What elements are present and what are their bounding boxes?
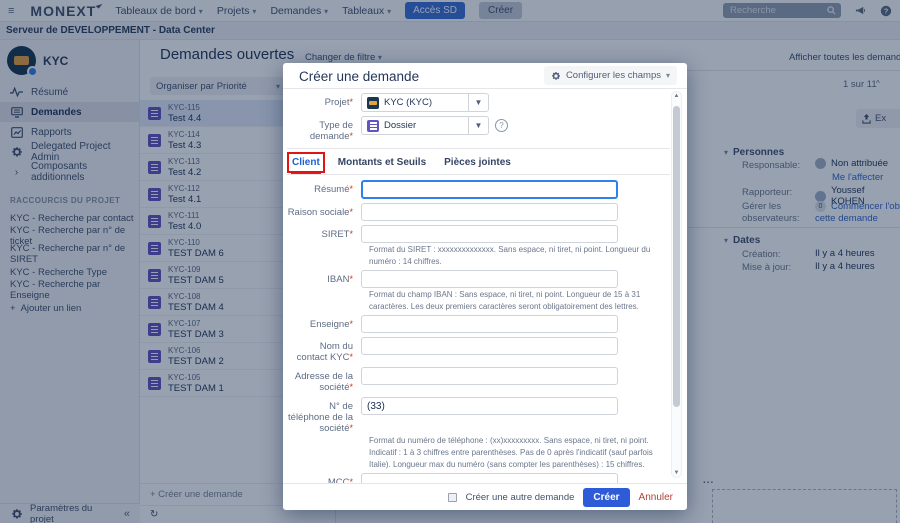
- chevron-down-icon: ▾: [666, 71, 670, 80]
- enseigne-input[interactable]: [361, 315, 618, 333]
- scroll-down-arrow[interactable]: ▼: [672, 470, 681, 476]
- adresse-label: Adresse de la société*: [287, 367, 361, 393]
- issue-type-field-row: Type de demande* Dossier ▼ ?: [287, 116, 670, 142]
- chevron-down-icon: ▼: [468, 117, 488, 134]
- siret-label: SIRET*: [287, 225, 361, 240]
- resume-field-row: Résumé*: [287, 180, 670, 199]
- iban-input[interactable]: [361, 270, 618, 288]
- highlight-annotation: [287, 152, 325, 173]
- dialog-header: Créer une demande Configurer les champs …: [283, 63, 687, 89]
- scroll-up-arrow[interactable]: ▲: [672, 93, 681, 99]
- enseigne-label: Enseigne*: [287, 315, 361, 330]
- dialog-scrollbar: ▲ ▼: [671, 91, 682, 478]
- iban-label: IBAN*: [287, 270, 361, 285]
- adresse-field-row: Adresse de la société*: [287, 367, 670, 393]
- mcc-input[interactable]: [361, 473, 618, 483]
- gear-icon: [551, 71, 561, 81]
- create-issue-dialog: Créer une demande Configurer les champs …: [283, 63, 687, 510]
- raison-sociale-field-row: Raison sociale*: [287, 203, 670, 221]
- phone-input[interactable]: [361, 397, 618, 415]
- create-another-label: Créer une autre demande: [466, 492, 575, 503]
- tab-client[interactable]: Client: [291, 155, 321, 174]
- project-field-row: Projet* KYC (KYC) ▼: [287, 93, 670, 112]
- iban-field-row: IBAN*: [287, 270, 670, 288]
- siret-field-row: SIRET*: [287, 225, 670, 243]
- chevron-down-icon: ▼: [468, 94, 488, 111]
- phone-label: N° de téléphone de la société*: [287, 397, 361, 434]
- raison-sociale-input[interactable]: [361, 203, 618, 221]
- phone-field-row: N° de téléphone de la société*: [287, 397, 670, 434]
- resume-label: Résumé*: [287, 180, 361, 195]
- tab-pieces-jointes[interactable]: Pièces jointes: [443, 155, 512, 174]
- issue-type-help-icon[interactable]: ?: [495, 119, 508, 132]
- contact-label: Nom du contact KYC*: [287, 337, 361, 363]
- configure-fields-button[interactable]: Configurer les champs ▾: [544, 66, 677, 85]
- dialog-body: Projet* KYC (KYC) ▼ Type de demande* Dos…: [283, 89, 670, 483]
- contact-input[interactable]: [361, 337, 618, 355]
- iban-help-text: Format du champ IBAN : Sans espace, ni t…: [369, 289, 669, 312]
- project-select-value: KYC (KYC): [384, 97, 432, 108]
- issue-type-select-value: Dossier: [384, 120, 416, 131]
- contact-field-row: Nom du contact KYC*: [287, 337, 670, 363]
- create-button[interactable]: Créer: [583, 488, 629, 507]
- project-select[interactable]: KYC (KYC) ▼: [361, 93, 489, 112]
- create-another-checkbox[interactable]: [448, 493, 457, 502]
- scrollbar-thumb[interactable]: [673, 106, 680, 407]
- phone-help-text: Format du numéro de téléphone : (xx)xxxx…: [369, 435, 669, 470]
- raison-sociale-label: Raison sociale*: [287, 203, 361, 218]
- dialog-title: Créer une demande: [299, 69, 419, 84]
- configure-fields-label: Configurer les champs: [566, 70, 661, 81]
- mcc-label: MCC*: [287, 473, 361, 483]
- cancel-button[interactable]: Annuler: [639, 492, 673, 503]
- dialog-footer: Créer une autre demande Créer Annuler: [283, 483, 687, 510]
- siret-help-text: Format du SIRET : xxxxxxxxxxxxxx. Sans e…: [369, 244, 669, 267]
- project-avatar-icon: [367, 97, 379, 109]
- adresse-input[interactable]: [361, 367, 618, 385]
- dialog-tabs: Client Montants et Seuils Pièces jointes: [287, 155, 670, 175]
- issue-type-select[interactable]: Dossier ▼: [361, 116, 489, 135]
- issue-type-label: Type de demande*: [287, 116, 361, 142]
- issue-type-icon: [367, 120, 379, 132]
- project-label: Projet*: [287, 93, 361, 108]
- mcc-field-row: MCC*: [287, 473, 670, 483]
- divider: [287, 148, 670, 149]
- app-window: ≡ MONEXT Tableaux de bord ▾ Projets ▾ De…: [0, 0, 900, 523]
- siret-input[interactable]: [361, 225, 618, 243]
- enseigne-field-row: Enseigne*: [287, 315, 670, 333]
- resume-input[interactable]: [361, 180, 618, 199]
- tab-montants-et-seuils[interactable]: Montants et Seuils: [337, 155, 427, 174]
